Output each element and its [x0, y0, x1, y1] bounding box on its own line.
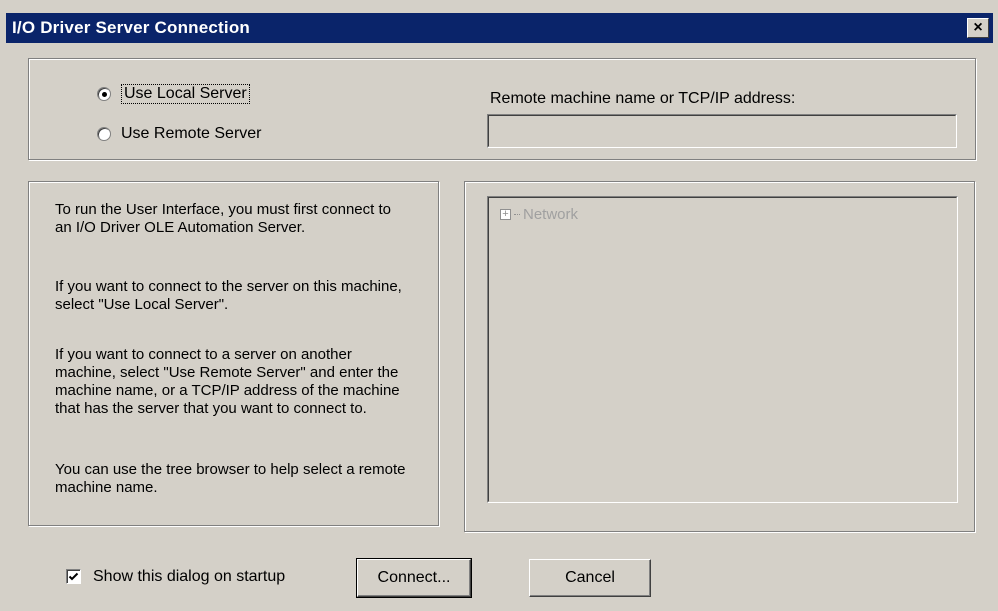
info-text-block-2: If you want to connect to the server on … [55, 278, 410, 314]
use-local-server-radio[interactable]: Use Local Server [97, 84, 250, 104]
remote-address-input[interactable] [487, 114, 957, 148]
use-remote-server-radio[interactable]: Use Remote Server [97, 125, 262, 143]
radio-button-local[interactable] [97, 87, 111, 101]
window-title: I/O Driver Server Connection [12, 18, 251, 37]
checkmark-icon [68, 572, 79, 581]
info-paragraph-2: If you want to connect to the server on … [55, 278, 402, 313]
show-on-startup-checkbox[interactable] [66, 569, 81, 584]
tree-connector-line [514, 213, 520, 216]
remote-address-label: Remote machine name or TCP/IP address: [490, 90, 796, 107]
connect-button[interactable]: Connect... [356, 558, 472, 598]
info-paragraph-1: To run the User Interface, you must firs… [55, 201, 391, 236]
radio-button-remote[interactable] [97, 127, 111, 141]
tree-item-network[interactable]: + Network [500, 206, 578, 223]
close-button[interactable]: × [967, 18, 989, 38]
tree-item-network-label: Network [523, 206, 579, 223]
network-tree-view[interactable] [487, 196, 958, 503]
info-paragraph-4: You can use the tree browser to help sel… [55, 461, 406, 496]
cancel-button[interactable]: Cancel [529, 559, 651, 597]
use-remote-server-label: Use Remote Server [121, 125, 262, 142]
info-text-block: To run the User Interface, you must firs… [55, 201, 410, 237]
use-local-server-label: Use Local Server [121, 84, 250, 104]
remote-address-field[interactable] [490, 117, 954, 145]
info-text-block-3: If you want to connect to a server on an… [55, 346, 410, 418]
info-text-block-4: You can use the tree browser to help sel… [55, 461, 410, 497]
show-on-startup-label: Show this dialog on startup [93, 568, 286, 585]
dialog-window: I/O Driver Server Connection × Use Local… [0, 0, 998, 611]
info-paragraph-3: If you want to connect to a server on an… [55, 346, 400, 417]
title-bar[interactable]: I/O Driver Server Connection × [6, 13, 993, 43]
expand-icon[interactable]: + [500, 209, 511, 220]
close-icon: × [973, 19, 983, 36]
